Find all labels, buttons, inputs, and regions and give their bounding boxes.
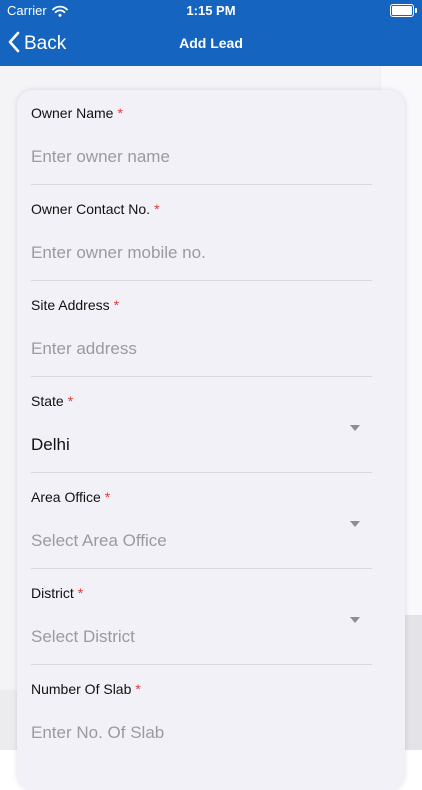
owner-name-label-text: Owner Name <box>31 105 114 121</box>
required-marker: * <box>113 297 120 313</box>
owner-contact-field: Owner Contact No. * <box>31 185 372 281</box>
site-address-input[interactable] <box>31 339 351 359</box>
required-marker: * <box>117 105 123 121</box>
caret-down-icon[interactable] <box>350 521 360 527</box>
owner-name-input[interactable] <box>31 147 351 167</box>
area-office-select[interactable]: Select Area Office <box>31 531 167 551</box>
nav-bar: Back Add Lead <box>0 22 422 66</box>
area-office-field[interactable]: Area Office * Select Area Office <box>31 473 372 569</box>
district-label-text: District <box>31 585 74 601</box>
owner-contact-label: Owner Contact No. * <box>31 201 160 217</box>
number-of-slab-label-text: Number Of Slab <box>31 681 132 697</box>
required-marker: * <box>154 201 160 217</box>
number-of-slab-label: Number Of Slab * <box>31 681 141 697</box>
state-select[interactable]: Delhi <box>31 435 70 455</box>
required-marker: * <box>77 585 84 601</box>
caret-down-icon[interactable] <box>350 617 360 623</box>
status-bar: Carrier 1:15 PM <box>0 0 422 22</box>
site-address-label: Site Address * <box>31 297 119 313</box>
number-of-slab-field: Number Of Slab * <box>31 665 372 750</box>
district-select[interactable]: Select District <box>31 627 135 647</box>
battery-icon <box>390 4 417 17</box>
background-block-right <box>404 615 422 750</box>
state-label: State * <box>31 393 73 409</box>
owner-name-field: Owner Name * <box>31 89 372 185</box>
required-marker: * <box>135 681 141 697</box>
site-address-label-text: Site Address <box>31 297 110 313</box>
district-label: District * <box>31 585 83 601</box>
state-label-text: State <box>31 393 64 409</box>
page-title: Add Lead <box>179 35 243 51</box>
app-header: Carrier 1:15 PM Back Add Lead <box>0 0 422 66</box>
number-of-slab-input[interactable] <box>31 723 351 743</box>
site-address-field: Site Address * <box>31 281 372 377</box>
area-office-label: Area Office * <box>31 489 110 505</box>
required-marker: * <box>67 393 74 409</box>
district-field[interactable]: District * Select District <box>31 569 372 665</box>
status-time: 1:15 PM <box>186 3 236 18</box>
owner-contact-label-text: Owner Contact No. <box>31 201 151 217</box>
caret-down-icon[interactable] <box>350 425 360 431</box>
required-marker: * <box>104 489 111 505</box>
owner-contact-input[interactable] <box>31 243 351 263</box>
area-office-label-text: Area Office <box>31 489 101 505</box>
owner-name-label: Owner Name * <box>31 105 123 121</box>
state-field[interactable]: State * Delhi <box>31 377 372 473</box>
